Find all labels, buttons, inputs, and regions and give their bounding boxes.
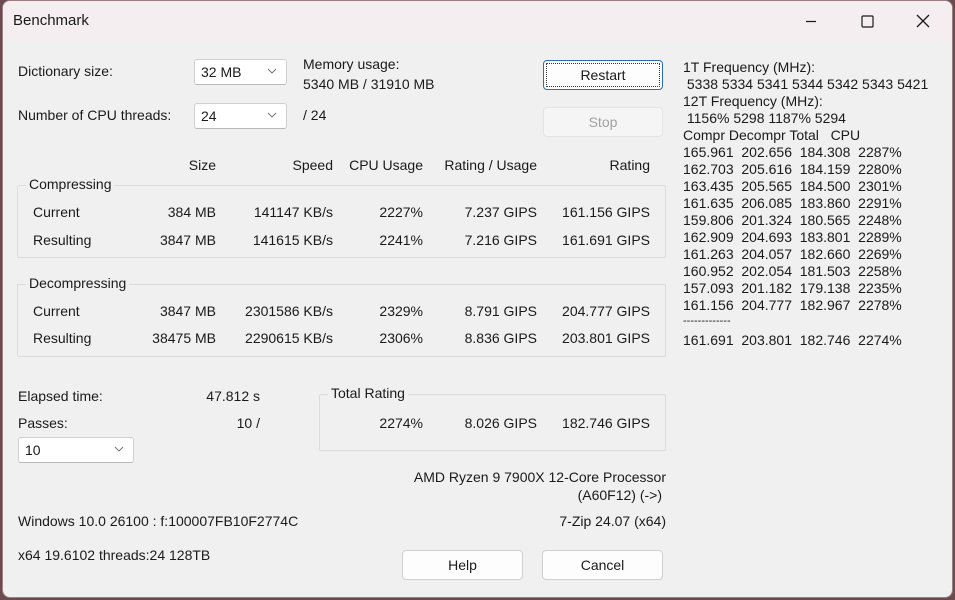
chevron-down-icon — [267, 68, 277, 74]
column-header-rating-usage: Rating / Usage — [444, 157, 537, 173]
log-row: 157.093 201.182 179.138 2235% — [683, 280, 902, 296]
row-cpu-usage: 2329% — [379, 303, 423, 319]
total-cpu-usage: 2274% — [379, 415, 423, 431]
row-speed: 141147 KB/s — [253, 204, 333, 220]
cancel-button[interactable]: Cancel — [542, 550, 663, 580]
passes-select[interactable]: 10 — [18, 437, 134, 463]
elapsed-time-value: 47.812 s — [206, 388, 260, 404]
row-cpu-usage: 2241% — [379, 232, 423, 248]
chevron-down-icon — [267, 112, 277, 118]
row-name: Current — [33, 303, 80, 319]
row-speed: 141615 KB/s — [252, 232, 333, 248]
log-row: 159.806 201.324 180.565 2248% — [683, 212, 902, 228]
column-header-speed: Speed — [292, 157, 333, 173]
freq-12t-values: 1156% 5298 1187% 5294 — [683, 110, 846, 126]
row-size: 384 MB — [167, 204, 216, 220]
log-separator: ------------- — [683, 315, 731, 327]
row-rating: 161.156 GIPS — [562, 204, 650, 220]
restart-button-label: Restart — [580, 67, 626, 83]
log-row: 161.263 204.057 182.660 2269% — [683, 246, 902, 262]
row-size: 3847 MB — [159, 232, 216, 248]
row-speed: 2301586 KB/s — [245, 303, 333, 319]
help-button[interactable]: Help — [402, 550, 523, 580]
decompressing-group: Decompressing — [17, 275, 666, 357]
row-size: 38475 MB — [152, 330, 216, 346]
log-row: 161.635 206.085 183.860 2291% — [683, 195, 902, 211]
row-rating-usage: 7.216 GIPS — [464, 232, 537, 248]
chevron-down-icon — [114, 446, 124, 452]
maximize-icon — [860, 14, 874, 28]
dictionary-size-select[interactable]: 32 MB — [194, 59, 287, 85]
passes-label: Passes: — [18, 415, 68, 431]
freq-1t-values: 5338 5334 5341 5344 5342 5343 5421 — [683, 76, 929, 92]
stop-button-label: Stop — [588, 114, 618, 130]
total-rating-value: 182.746 GIPS — [562, 415, 650, 431]
window-title: Benchmark — [13, 12, 89, 29]
benchmark-window: Benchmark Dictionary size: 32 MB Memory … — [2, 0, 953, 598]
cpu-threads-select[interactable]: 24 — [194, 103, 287, 129]
total-rating-usage: 8.026 GIPS — [464, 415, 537, 431]
log-row: 162.909 204.693 183.801 2289% — [683, 229, 902, 245]
row-rating-usage: 8.791 GIPS — [464, 303, 537, 319]
dictionary-size-value: 32 MB — [201, 64, 242, 80]
total-rating-label: Total Rating — [328, 385, 408, 401]
decompressing-label: Decompressing — [26, 275, 130, 291]
close-button[interactable] — [895, 1, 951, 41]
freq-1t-label: 1T Frequency (MHz): — [683, 59, 815, 75]
row-name: Resulting — [33, 232, 92, 248]
row-name: Resulting — [33, 330, 92, 346]
help-button-label: Help — [448, 557, 477, 573]
row-rating: 204.777 GIPS — [562, 303, 650, 319]
row-cpu-usage: 2306% — [379, 330, 423, 346]
row-name: Current — [33, 204, 80, 220]
row-rating: 161.691 GIPS — [562, 232, 650, 248]
cpu-id[interactable]: (A60F12) (->) — [303, 487, 662, 503]
row-speed: 2290615 KB/s — [245, 330, 333, 346]
minimize-icon — [806, 20, 816, 23]
log-total: 161.691 203.801 182.746 2274% — [683, 332, 902, 348]
log-row: 163.435 205.565 184.500 2301% — [683, 178, 902, 194]
row-rating: 203.801 GIPS — [562, 330, 650, 346]
dictionary-size-label: Dictionary size: — [18, 63, 113, 79]
column-header-size: Size — [188, 157, 216, 173]
row-size: 3847 MB — [159, 303, 216, 319]
log-row: 160.952 202.054 181.503 2258% — [683, 263, 902, 279]
freq-12t-label: 12T Frequency (MHz): — [683, 93, 823, 109]
restart-button[interactable]: Restart — [543, 60, 663, 90]
close-icon — [916, 14, 930, 28]
cpu-name: AMD Ryzen 9 7900X 12-Core Processor — [413, 469, 666, 485]
log-row: 162.703 205.616 184.159 2280% — [683, 161, 902, 177]
cpu-threads-label: Number of CPU threads: — [18, 107, 172, 123]
title-bar: Benchmark — [3, 1, 952, 41]
version-info: 7-Zip 24.07 (x64) — [559, 513, 666, 529]
column-header-rating: Rating — [609, 157, 650, 173]
passes-select-value: 10 — [25, 442, 41, 458]
row-rating-usage: 7.237 GIPS — [464, 204, 537, 220]
log-header: Compr Decompr Total CPU — [683, 127, 861, 143]
log-row: 161.156 204.777 182.967 2278% — [683, 297, 902, 313]
stop-button[interactable]: Stop — [543, 107, 663, 137]
minimize-button[interactable] — [783, 1, 839, 41]
memory-usage-value: 5340 MB / 31910 MB — [303, 76, 435, 92]
memory-usage-label: Memory usage: — [303, 56, 400, 72]
elapsed-time-label: Elapsed time: — [18, 388, 103, 404]
passes-value: 10 / — [236, 415, 260, 431]
os-info: Windows 10.0 26100 : f:100007FB10F2774C — [18, 513, 299, 529]
row-rating-usage: 8.836 GIPS — [464, 330, 537, 346]
maximize-button[interactable] — [839, 1, 895, 41]
log-row: 165.961 202.656 184.308 2287% — [683, 144, 902, 160]
cpu-threads-max: / 24 — [303, 107, 327, 123]
arch-info: x64 19.6102 threads:24 128TB — [18, 547, 211, 563]
cancel-button-label: Cancel — [580, 557, 625, 573]
column-header-cpu-usage: CPU Usage — [349, 157, 423, 173]
row-cpu-usage: 2227% — [379, 204, 423, 220]
cpu-threads-value: 24 — [201, 108, 217, 124]
benchmark-log: 1T Frequency (MHz): 5338 5334 5341 5344 … — [683, 59, 928, 349]
compressing-label: Compressing — [26, 176, 115, 192]
